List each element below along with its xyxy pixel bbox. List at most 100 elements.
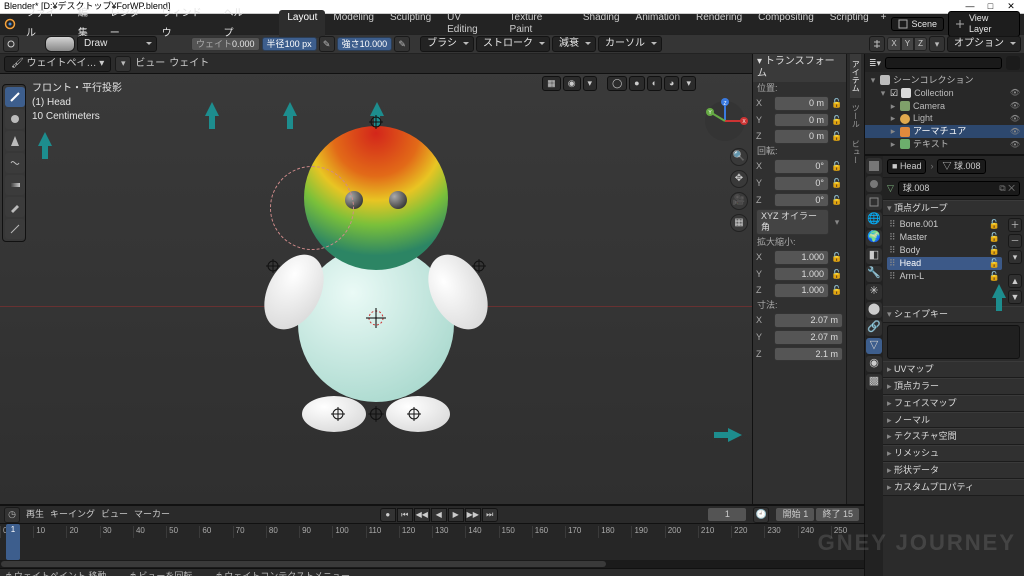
prev-key-icon[interactable]: ◀◀ bbox=[414, 508, 430, 522]
ptab-physics-icon[interactable]: ⬤ bbox=[866, 302, 882, 318]
node-scene[interactable]: ▾シーンコレクション bbox=[865, 74, 1024, 87]
sym-options-icon[interactable]: ▾ bbox=[929, 36, 945, 52]
ptab-object-icon[interactable]: ◧ bbox=[866, 248, 882, 264]
playhead[interactable]: 1 bbox=[6, 524, 20, 560]
tool-smear-icon[interactable] bbox=[5, 153, 25, 173]
overlay-menu-icon[interactable]: ▾ bbox=[583, 76, 598, 91]
sym-z[interactable]: Z bbox=[914, 37, 927, 51]
autokey-icon[interactable]: ● bbox=[380, 508, 396, 522]
tool-annotate-icon[interactable] bbox=[5, 219, 25, 239]
timeline-scrollbar[interactable] bbox=[0, 560, 864, 568]
ws-rendering[interactable]: Rendering bbox=[688, 10, 750, 38]
transform-header[interactable]: ▾ トランスフォーム bbox=[753, 54, 846, 82]
ptab-particles-icon[interactable]: ✳ bbox=[866, 284, 882, 300]
panel-テクスチャ空間[interactable]: テクスチャ空間 bbox=[883, 428, 1024, 445]
mirror-toggle-icon[interactable] bbox=[869, 36, 885, 52]
viewlayer-selector[interactable]: View Layer bbox=[948, 11, 1020, 37]
editor-type-icon[interactable] bbox=[3, 36, 19, 52]
ptab-constraints-icon[interactable]: 🔗 bbox=[866, 320, 882, 336]
rot-y[interactable]: 0° bbox=[774, 176, 829, 191]
ptab-texture-icon[interactable]: ▩ bbox=[866, 374, 882, 390]
falloff-menu[interactable]: 減衰 bbox=[552, 36, 596, 52]
lock-icon[interactable]: 🔓 bbox=[989, 219, 1000, 230]
lock-icon[interactable]: 🔓 bbox=[831, 98, 843, 109]
dim-y[interactable]: 2.07 m bbox=[774, 330, 843, 345]
rot-z[interactable]: 0° bbox=[774, 193, 829, 208]
node-armature[interactable]: ▸アーマチュア👁 bbox=[865, 125, 1024, 138]
dim-x[interactable]: 2.07 m bbox=[774, 313, 843, 328]
ws-layout[interactable]: Layout bbox=[279, 10, 325, 38]
shapekey-list[interactable] bbox=[887, 325, 1020, 359]
cursor-menu[interactable]: カーソル bbox=[598, 36, 662, 52]
vg-body[interactable]: ⠿Body🔓 bbox=[887, 244, 1002, 257]
panel-リメッシュ[interactable]: リメッシュ bbox=[883, 445, 1024, 462]
play-rev-icon[interactable]: ◀ bbox=[431, 508, 447, 522]
shading-options-icon[interactable]: ▾ bbox=[681, 76, 696, 91]
current-frame[interactable]: 1 bbox=[707, 507, 747, 522]
ntab-tool[interactable]: ツール bbox=[850, 98, 862, 134]
node-collection[interactable]: ▾☑Collection👁 bbox=[865, 87, 1024, 100]
vp-menu-weights[interactable]: ウェイト bbox=[169, 58, 209, 70]
ws-uv[interactable]: UV Editing bbox=[439, 10, 501, 38]
node-text[interactable]: ▸テキスト👁 bbox=[865, 138, 1024, 151]
nav-persp-icon[interactable]: ▦ bbox=[730, 214, 748, 232]
ptab-modifier-icon[interactable]: 🔧 bbox=[866, 266, 882, 282]
mesh-datablock[interactable]: 球.008⧉ ✕ bbox=[898, 181, 1020, 196]
ptab-scene-icon[interactable]: 🌐 bbox=[866, 212, 882, 228]
panel-ノーマル[interactable]: ノーマル bbox=[883, 412, 1024, 429]
ws-shading[interactable]: Shading bbox=[575, 10, 628, 38]
mode-selector[interactable]: 🖌 ウェイトペイ… ▾ bbox=[4, 56, 111, 72]
outliner-search[interactable] bbox=[885, 57, 1002, 69]
ws-texpaint[interactable]: Texture Paint bbox=[502, 10, 575, 38]
shapekey-header[interactable]: シェイプキー bbox=[883, 306, 1024, 323]
tl-menu-view[interactable]: ビュー bbox=[101, 509, 128, 520]
sym-y[interactable]: Y bbox=[901, 37, 914, 51]
nav-zoom-icon[interactable]: 🔍 bbox=[730, 148, 748, 166]
ntab-item[interactable]: アイテム bbox=[850, 54, 862, 98]
sym-x[interactable]: X bbox=[887, 37, 900, 51]
jump-last-icon[interactable]: ⏭ bbox=[482, 508, 498, 522]
vg-bone001[interactable]: ⠿Bone.001🔓 bbox=[887, 218, 1002, 231]
vg-arml[interactable]: ⠿Arm-L🔓 bbox=[887, 270, 1002, 283]
panel-形状データ[interactable]: 形状データ bbox=[883, 462, 1024, 479]
scale-z[interactable]: 1.000 bbox=[774, 283, 829, 298]
shading-matprev-icon[interactable]: ◐ bbox=[647, 76, 662, 91]
mode-extra-icon[interactable]: ▾ bbox=[115, 56, 131, 72]
panel-頂点カラー[interactable]: 頂点カラー bbox=[883, 378, 1024, 395]
vg-movedown-icon[interactable]: ▼ bbox=[1008, 290, 1022, 304]
3d-viewport[interactable]: 🖌 ウェイトペイ… ▾ ▾ ビュー ウェイト bbox=[0, 54, 752, 504]
shading-solid-icon[interactable]: ● bbox=[629, 76, 644, 91]
timeline-ruler[interactable]: 0102030405060708090100110120130140150160… bbox=[0, 524, 864, 560]
node-camera[interactable]: ▸Camera👁 bbox=[865, 100, 1024, 113]
scene-selector[interactable]: Scene bbox=[891, 17, 945, 32]
panel-カスタムプロパティ[interactable]: カスタムプロパティ bbox=[883, 479, 1024, 496]
rot-mode[interactable]: XYZ オイラー角 bbox=[756, 209, 829, 235]
frame-end[interactable]: 終了 15 bbox=[815, 507, 860, 522]
vg-menu-icon[interactable]: ▾ bbox=[1008, 250, 1022, 264]
node-light[interactable]: ▸Light👁 bbox=[865, 112, 1024, 125]
brush-mode-select[interactable]: Draw bbox=[77, 36, 157, 52]
jump-first-icon[interactable]: ⏮ bbox=[397, 508, 413, 522]
panel-UVマップ[interactable]: UVマップ bbox=[883, 361, 1024, 378]
scale-y[interactable]: 1.000 bbox=[774, 267, 829, 282]
eye-icon[interactable]: 👁 bbox=[1010, 88, 1020, 98]
panel-フェイスマップ[interactable]: フェイスマップ bbox=[883, 395, 1024, 412]
timeline-editor-icon[interactable]: ◷ bbox=[4, 507, 20, 523]
prop-data[interactable]: ▽ 球.008 bbox=[937, 159, 985, 174]
vg-remove-icon[interactable]: － bbox=[1008, 234, 1022, 248]
nav-move-icon[interactable]: ✥ bbox=[730, 170, 748, 188]
tool-average-icon[interactable] bbox=[5, 131, 25, 151]
play-icon[interactable]: ▶ bbox=[448, 508, 464, 522]
loc-x[interactable]: 0 m bbox=[774, 96, 829, 111]
shading-wire-icon[interactable]: ◯ bbox=[607, 76, 627, 91]
vg-add-icon[interactable]: ＋ bbox=[1008, 218, 1022, 232]
vgroups-header[interactable]: 頂点グループ bbox=[883, 200, 1024, 217]
ntab-view[interactable]: ビュー bbox=[850, 134, 862, 170]
brush-preview-icon[interactable] bbox=[45, 36, 75, 52]
overlay-gizmo-icon[interactable]: ◉ bbox=[563, 76, 581, 91]
dim-z[interactable]: 2.1 m bbox=[774, 347, 843, 362]
overlay-selectability-icon[interactable]: ▦ bbox=[542, 76, 561, 91]
vg-master[interactable]: ⠿Master🔓 bbox=[887, 231, 1002, 244]
ptab-viewlayer-icon[interactable] bbox=[866, 194, 882, 210]
ptab-material-icon[interactable]: ◉ bbox=[866, 356, 882, 372]
